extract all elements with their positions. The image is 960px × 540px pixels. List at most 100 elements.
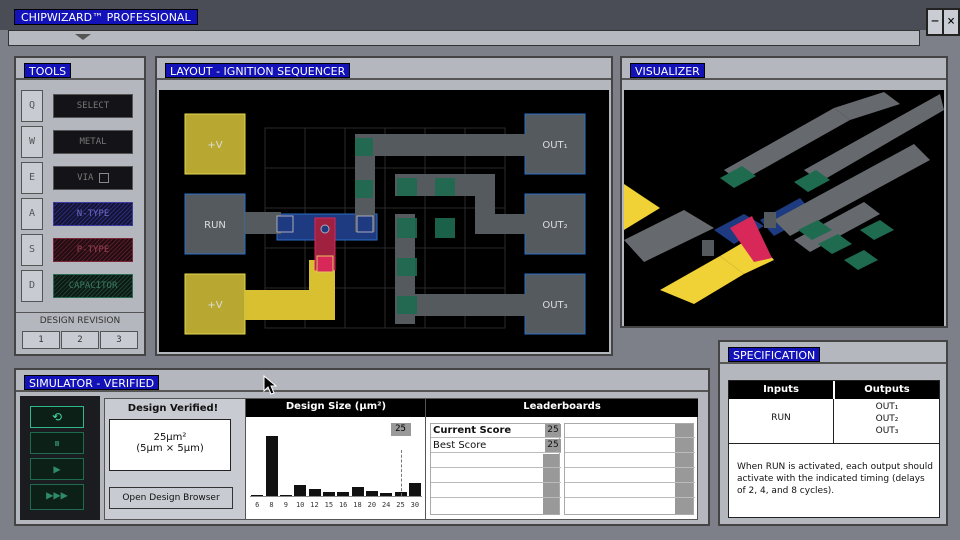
specification-panel: SPECIFICATION Inputs Outputs RUN OUT₁ OU… — [718, 340, 948, 526]
revision-label: DESIGN REVISION — [39, 316, 121, 326]
list-item — [431, 484, 561, 498]
layout-canvas[interactable]: +V RUN +V OUT₁ OUT₂ OUT₃ — [159, 90, 609, 352]
tool-key: D — [21, 270, 43, 302]
tool-p-type[interactable]: S P-TYPE — [21, 234, 134, 266]
tool-label[interactable]: SELECT — [53, 94, 133, 118]
chart-plot: 6 8 9 10 12 15 16 18 20 24 25 25 30 — [250, 423, 422, 517]
x-axis — [250, 496, 422, 497]
title-bar: CHIPWIZARD™ PROFESSIONAL − × — [0, 0, 960, 36]
isometric-view[interactable] — [624, 90, 944, 326]
best-score-value: 25 — [545, 439, 561, 452]
design-size-title: Design Size (μm²) — [246, 399, 426, 417]
list-item — [565, 439, 695, 453]
tool-label[interactable]: CAPACITOR — [53, 274, 133, 298]
vplus-bottom-label: +V — [207, 300, 222, 311]
tool-key: E — [21, 162, 43, 194]
out3-label: OUT₃ — [542, 300, 567, 311]
histogram-bar — [308, 489, 321, 496]
spec-out3: OUT₃ — [875, 426, 899, 436]
simulator-panel: SIMULATOR - VERIFIED ⟲ ⏸ ▶ ▶▶▶ Design Ve… — [14, 368, 710, 526]
specification-header: SPECIFICATION — [720, 342, 946, 364]
simulator-title: SIMULATOR - VERIFIED — [24, 375, 160, 390]
revision-2-button[interactable]: 2 — [61, 331, 99, 349]
tool-key: S — [21, 234, 43, 266]
visualizer-viewport[interactable] — [624, 90, 944, 326]
leaderboards-title: Leaderboards — [426, 399, 698, 417]
current-score-value: 25 — [545, 424, 561, 437]
histogram-bar — [408, 482, 421, 496]
divider — [729, 443, 939, 444]
tool-via[interactable]: E VIA — [21, 162, 134, 194]
layout-panel: LAYOUT - IGNITION SEQUENCER +V RUN +V OU… — [155, 56, 613, 356]
layout-header: LAYOUT - IGNITION SEQUENCER — [157, 58, 611, 80]
pause-button[interactable]: ⏸ — [30, 432, 84, 454]
tool-n-type[interactable]: A N-TYPE — [21, 198, 134, 230]
play-button[interactable]: ▶ — [30, 458, 84, 480]
revision-1-button[interactable]: 1 — [22, 331, 60, 349]
current-score-label: Current Score — [433, 425, 512, 436]
reset-button[interactable]: ⟲ — [30, 406, 84, 428]
best-score-label: Best Score — [433, 440, 487, 451]
list-item — [431, 454, 561, 468]
tool-key: W — [21, 126, 43, 158]
spec-out1: OUT₁ — [875, 402, 899, 412]
score-table: Current Score 25 Best Score 25 — [430, 423, 561, 515]
specification-title: SPECIFICATION — [728, 347, 821, 362]
list-item — [565, 469, 695, 483]
divider — [16, 312, 144, 313]
tool-metal[interactable]: W METAL — [21, 126, 134, 158]
tool-label[interactable]: VIA — [53, 166, 133, 190]
list-item — [565, 484, 695, 498]
circuit-layout[interactable]: +V RUN +V OUT₁ OUT₂ OUT₃ — [159, 90, 609, 352]
score-marker-line — [400, 450, 402, 496]
spec-input: RUN — [771, 413, 791, 423]
tool-key: A — [21, 198, 43, 230]
fast-forward-button[interactable]: ▶▶▶ — [30, 484, 84, 510]
via — [276, 215, 294, 233]
close-icon[interactable]: × — [942, 8, 960, 36]
simulator-header: SIMULATOR - VERIFIED — [16, 370, 708, 392]
score-marker: 25 — [390, 423, 411, 436]
sim-controls: ⟲ ⏸ ▶ ▶▶▶ — [20, 396, 100, 520]
outputs-header: Outputs — [835, 381, 939, 399]
tool-label[interactable]: METAL — [53, 130, 133, 154]
size-line2: (5μm × 5μm) — [136, 443, 204, 454]
tools-title: TOOLS — [24, 63, 72, 78]
run-label: RUN — [204, 220, 226, 231]
spec-description: When RUN is activated, each output shoul… — [737, 462, 933, 496]
spec-outputs: OUT₁ OUT₂ OUT₃ — [835, 401, 939, 437]
leaderboards-panel: Leaderboards Current Score 25 Best Score… — [425, 399, 698, 519]
chevron-down-icon[interactable] — [73, 33, 93, 41]
tool-label[interactable]: N-TYPE — [53, 202, 133, 226]
visualizer-panel: VISUALIZER — [620, 56, 948, 328]
tools-panel: TOOLS Q SELECT W METAL E VIA A N-TYPE S … — [14, 56, 146, 356]
list-item — [565, 454, 695, 468]
via — [316, 255, 334, 273]
spec-out2: OUT₂ — [875, 414, 899, 424]
tool-label[interactable]: P-TYPE — [53, 238, 133, 262]
revision-3-button[interactable]: 3 — [100, 331, 138, 349]
out2-label: OUT₂ — [542, 220, 567, 231]
vplus-top-label: +V — [207, 140, 222, 151]
via — [356, 215, 374, 233]
histogram-bar — [351, 486, 364, 496]
mouse-cursor-icon — [263, 375, 277, 395]
visualizer-title: VISUALIZER — [630, 63, 705, 78]
inputs-header: Inputs — [729, 381, 833, 399]
histogram-bar — [294, 485, 307, 496]
histogram-bar — [265, 436, 278, 496]
via-square-icon — [98, 172, 109, 183]
best-score-row: Best Score 25 — [431, 439, 561, 453]
tool-capacitor[interactable]: D CAPACITOR — [21, 270, 134, 302]
spec-table: Inputs Outputs RUN OUT₁ OUT₂ OUT₃ When R… — [728, 380, 940, 518]
menu-strip — [8, 30, 920, 46]
list-item — [431, 469, 561, 483]
layout-title: LAYOUT - IGNITION SEQUENCER — [165, 63, 351, 78]
visualizer-header: VISUALIZER — [622, 58, 946, 80]
tool-key: Q — [21, 90, 43, 122]
tools-header: TOOLS — [16, 58, 144, 80]
current-score-row: Current Score 25 — [431, 424, 561, 438]
tool-select[interactable]: Q SELECT — [21, 90, 134, 122]
friends-table — [564, 423, 695, 515]
open-design-browser-button[interactable]: Open Design Browser — [109, 487, 233, 509]
